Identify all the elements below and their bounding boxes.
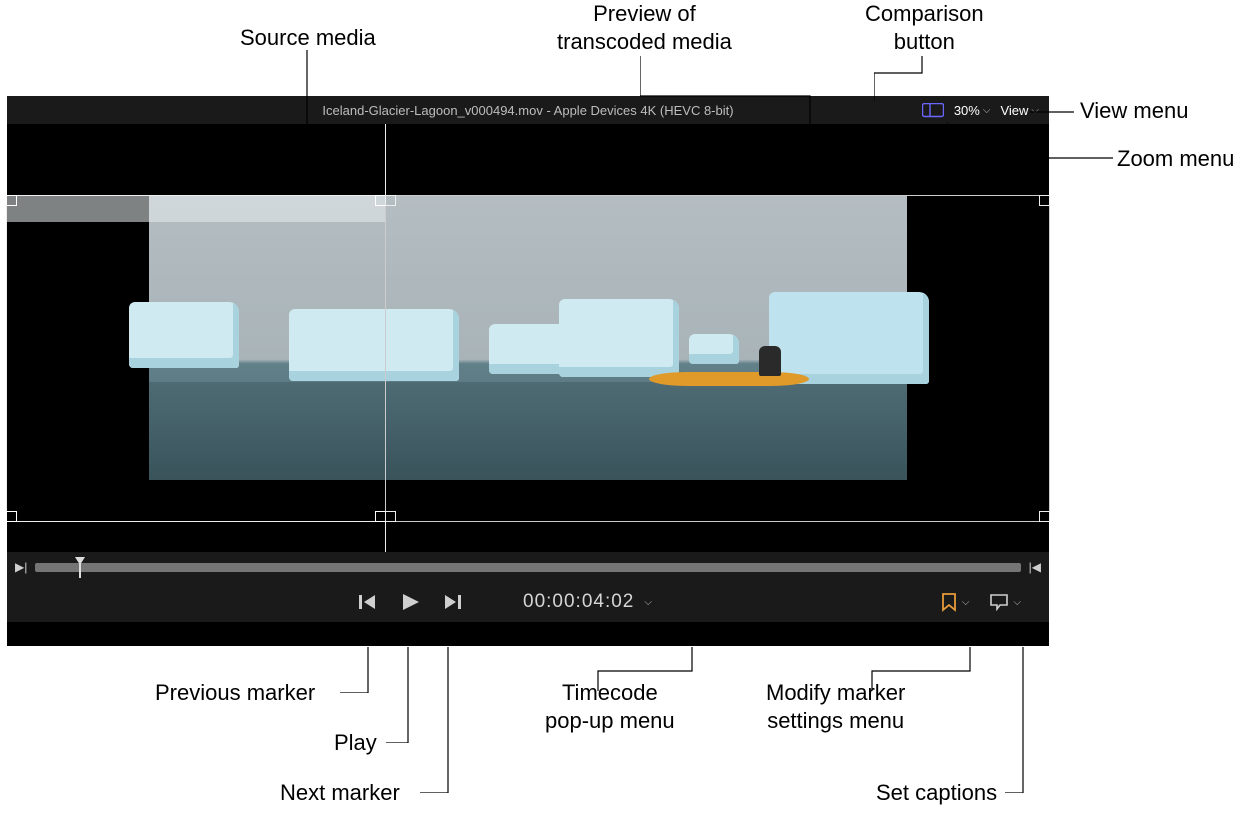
timeline[interactable]: ▶| |◀ xyxy=(7,552,1049,582)
callout-timecode: Timecode pop-up menu xyxy=(545,679,675,734)
go-to-start-icon[interactable]: ▶| xyxy=(15,560,27,574)
crop-handle-icon[interactable] xyxy=(385,511,396,522)
callout-play: Play xyxy=(334,729,377,757)
callout-modify-marker: Modify marker settings menu xyxy=(766,679,905,734)
callout-zoom-menu: Zoom menu xyxy=(1117,145,1234,173)
viewer[interactable] xyxy=(7,124,1049,552)
go-to-end-icon[interactable]: |◀ xyxy=(1029,560,1041,574)
callout-source-media: Source media xyxy=(240,24,376,52)
chevron-down-icon: ⌵ xyxy=(983,105,991,116)
titlebar: Iceland-Glacier-Lagoon_v000494.mov - App… xyxy=(7,96,1049,124)
zoom-value: 30% xyxy=(954,103,980,118)
callout-comparison-button: Comparison button xyxy=(865,0,984,55)
zoom-menu[interactable]: 30% ⌵ xyxy=(954,103,991,118)
callout-preview-transcoded: Preview of transcoded media xyxy=(557,0,732,55)
chevron-down-icon: ⌵ xyxy=(644,597,653,608)
playhead[interactable] xyxy=(75,557,85,578)
timecode-value: 00:00:04:02 xyxy=(523,591,634,613)
view-menu[interactable]: View ⌵ xyxy=(1000,103,1039,118)
timeline-track[interactable] xyxy=(35,563,1020,572)
preview-app: Iceland-Glacier-Lagoon_v000494.mov - App… xyxy=(7,96,1049,646)
clip-title: Iceland-Glacier-Lagoon_v000494.mov - App… xyxy=(7,103,1049,118)
crop-handle-icon[interactable] xyxy=(385,195,396,206)
chevron-down-icon: ⌵ xyxy=(1013,597,1021,608)
timecode-popup[interactable]: 00:00:04:02 ⌵ xyxy=(523,591,653,613)
callout-next-marker: Next marker xyxy=(280,779,400,807)
modify-marker-menu[interactable]: ⌵ xyxy=(940,592,970,612)
view-label: View xyxy=(1000,103,1028,118)
crop-handle-icon[interactable] xyxy=(1039,195,1050,206)
play-button[interactable] xyxy=(399,591,421,613)
chevron-down-icon: ⌵ xyxy=(1031,105,1039,116)
source-media-overlay[interactable] xyxy=(7,196,385,521)
crop-handle-icon[interactable] xyxy=(6,511,17,522)
crop-handle-icon[interactable] xyxy=(1039,511,1050,522)
callout-view-menu: View menu xyxy=(1080,97,1188,125)
set-captions-menu[interactable]: ⌵ xyxy=(989,593,1021,611)
transcoded-preview-overlay[interactable] xyxy=(386,196,1049,521)
callout-set-captions: Set captions xyxy=(876,779,997,807)
callout-prev-marker: Previous marker xyxy=(155,679,315,707)
comparison-button[interactable] xyxy=(922,103,944,118)
transport-bar: 00:00:04:02 ⌵ ⌵ ⌵ xyxy=(7,582,1049,622)
crop-handle-icon[interactable] xyxy=(6,195,17,206)
next-marker-button[interactable] xyxy=(443,592,463,612)
chevron-down-icon: ⌵ xyxy=(962,597,970,608)
previous-marker-button[interactable] xyxy=(357,592,377,612)
